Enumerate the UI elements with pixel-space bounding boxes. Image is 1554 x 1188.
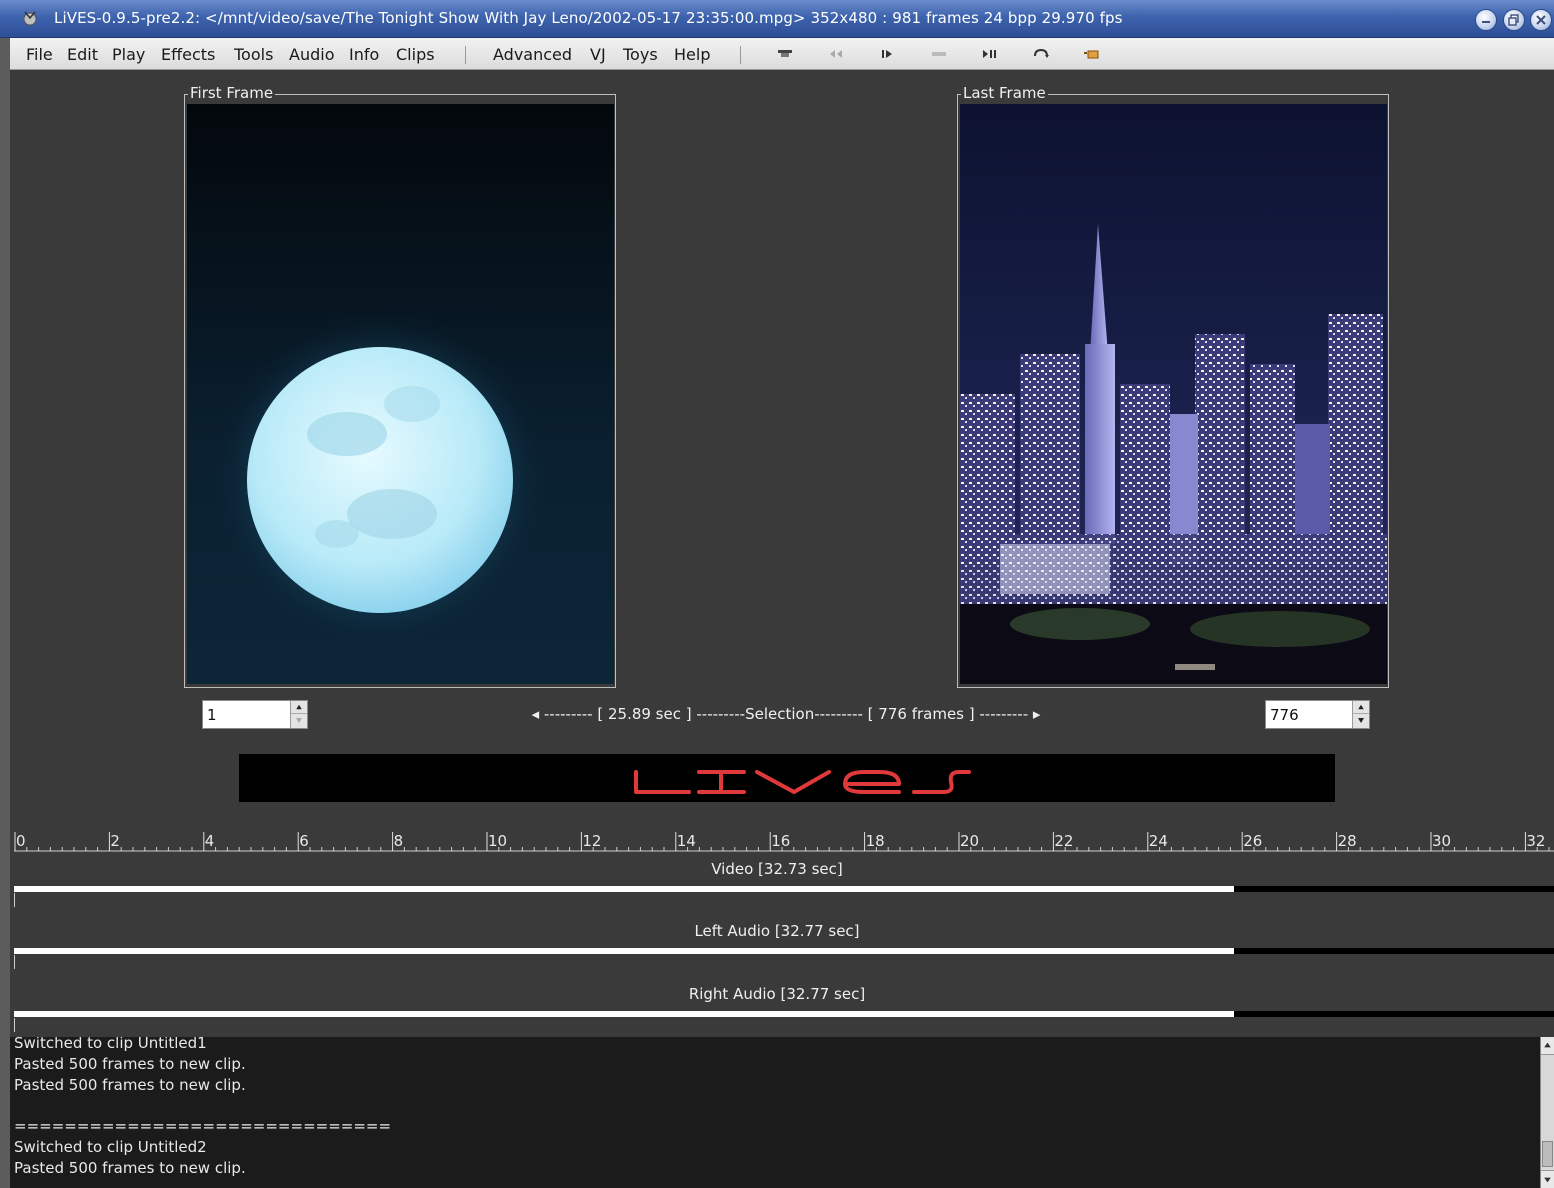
scrollbar-thumb[interactable] [1542, 1141, 1553, 1167]
ruler-tick-label: 24 [1149, 832, 1168, 850]
menu-tools[interactable]: Tools [234, 45, 273, 64]
menu-advanced[interactable]: Advanced [493, 45, 572, 64]
menu-toys[interactable]: Toys [623, 45, 658, 64]
end-frame-spin-buttons [1352, 701, 1369, 728]
ruler-tick-label: 22 [1054, 832, 1073, 850]
video-track-selection [14, 886, 1234, 892]
ruler-tick-label: 26 [1243, 832, 1262, 850]
last-frame-label: Last Frame [961, 84, 1048, 102]
menu-help[interactable]: Help [674, 45, 710, 64]
first-frame-label: First Frame [188, 84, 276, 102]
right-audio-playback-cursor [14, 1018, 15, 1032]
left-audio-playback-cursor [14, 955, 15, 969]
left-audio-track-label: Left Audio [32.77 sec] [694, 922, 860, 940]
log-line: ============================== [14, 1117, 392, 1136]
left-audio-track-selection [14, 948, 1234, 954]
spin-up-icon[interactable] [291, 701, 307, 714]
ruler-tick-label: 4 [205, 832, 215, 850]
ruler-tick-label: 12 [582, 832, 601, 850]
fullscreen-icon[interactable] [1082, 47, 1102, 61]
ruler-tick-label: 18 [866, 832, 885, 850]
window-left-border [0, 38, 10, 1188]
video-playback-cursor [14, 893, 15, 907]
play-selection-icon[interactable] [929, 47, 949, 61]
start-frame-input[interactable] [203, 701, 289, 728]
menu-bar: File Edit Play Effects Tools Audio Info … [10, 38, 1554, 70]
start-frame-spinner[interactable] [202, 700, 308, 729]
ruler-tick-label: 2 [110, 832, 120, 850]
scroll-down-icon[interactable] [1541, 1170, 1554, 1188]
selection-info[interactable]: ◂ --------- [ 25.89 sec ] ---------Selec… [500, 705, 1072, 723]
spin-up-icon[interactable] [1353, 701, 1369, 714]
ruler-tick-label: 0 [16, 832, 26, 850]
lives-logo-banner [239, 754, 1335, 802]
scroll-up-icon[interactable] [1541, 1037, 1554, 1055]
ruler-tick-label: 10 [488, 832, 507, 850]
lives-app-icon [23, 11, 37, 26]
ruler-tick-label: 32 [1526, 832, 1545, 850]
end-frame-input[interactable] [1266, 701, 1352, 728]
start-frame-spin-buttons [290, 701, 307, 728]
minimize-icon[interactable] [1475, 9, 1497, 31]
rewind-icon[interactable] [826, 47, 846, 61]
end-frame-spinner[interactable] [1265, 700, 1370, 729]
title-bar[interactable]: LiVES-0.9.5-pre2.2: </mnt/video/save/The… [0, 0, 1554, 38]
log-line: Switched to clip Untitled1 [14, 1037, 207, 1052]
ruler-tick-label: 14 [677, 832, 696, 850]
menu-file[interactable]: File [26, 45, 53, 64]
menu-clips[interactable]: Clips [396, 45, 435, 64]
close-icon[interactable] [1530, 9, 1552, 31]
menu-edit[interactable]: Edit [67, 45, 98, 64]
right-audio-track-selection [14, 1011, 1234, 1017]
menu-effects[interactable]: Effects [161, 45, 215, 64]
menu-play[interactable]: Play [112, 45, 145, 64]
log-line: Pasted 500 frames to new clip. [14, 1158, 246, 1177]
menu-separator [740, 46, 741, 64]
lives-logo [634, 770, 971, 794]
right-audio-track-label: Right Audio [32.77 sec] [688, 985, 866, 1003]
log-line: Pasted 500 frames to new clip. [14, 1075, 246, 1094]
video-track-label: Video [32.73 sec] [711, 860, 843, 878]
spin-down-icon[interactable] [1353, 714, 1369, 727]
ruler-tick-label: 20 [960, 832, 979, 850]
video-track[interactable] [14, 886, 1554, 892]
ruler-tick-label: 8 [394, 832, 404, 850]
maximize-icon[interactable] [1503, 9, 1525, 31]
stop-icon[interactable] [775, 47, 795, 61]
menu-separator [465, 46, 466, 64]
log-line: Switched to clip Untitled2 [14, 1137, 207, 1156]
loop-continuous-icon[interactable] [1031, 47, 1051, 61]
timeline-ruler[interactable]: 0 2 4 6 8 10 12 14 16 18 20 22 24 26 28 30 32 [14, 826, 1554, 852]
message-log-text: Switched to clip Untitled1 Pasted 500 fra… [14, 1037, 391, 1179]
ruler-tick-label: 30 [1432, 832, 1451, 850]
menu-vj[interactable]: VJ [590, 45, 606, 64]
log-line: Pasted 500 frames to new clip. [14, 1054, 246, 1073]
right-audio-track[interactable] [14, 1011, 1554, 1017]
message-log-scrollbar[interactable] [1540, 1037, 1554, 1188]
spin-down-icon[interactable] [291, 714, 307, 727]
play-icon[interactable] [877, 47, 897, 61]
window-title: LiVES-0.9.5-pre2.2: </mnt/video/save/The… [54, 9, 1123, 27]
first-frame-image [187, 104, 614, 684]
ruler-tick-label: 16 [771, 832, 790, 850]
left-audio-track[interactable] [14, 948, 1554, 954]
play-loop-icon[interactable] [980, 47, 1000, 61]
ruler-tick-label: 6 [299, 832, 309, 850]
menu-audio[interactable]: Audio [289, 45, 334, 64]
menu-info[interactable]: Info [349, 45, 379, 64]
last-frame-image [960, 104, 1387, 684]
message-log[interactable]: Switched to clip Untitled1 Pasted 500 fra… [10, 1037, 1540, 1188]
ruler-tick-label: 28 [1338, 832, 1357, 850]
